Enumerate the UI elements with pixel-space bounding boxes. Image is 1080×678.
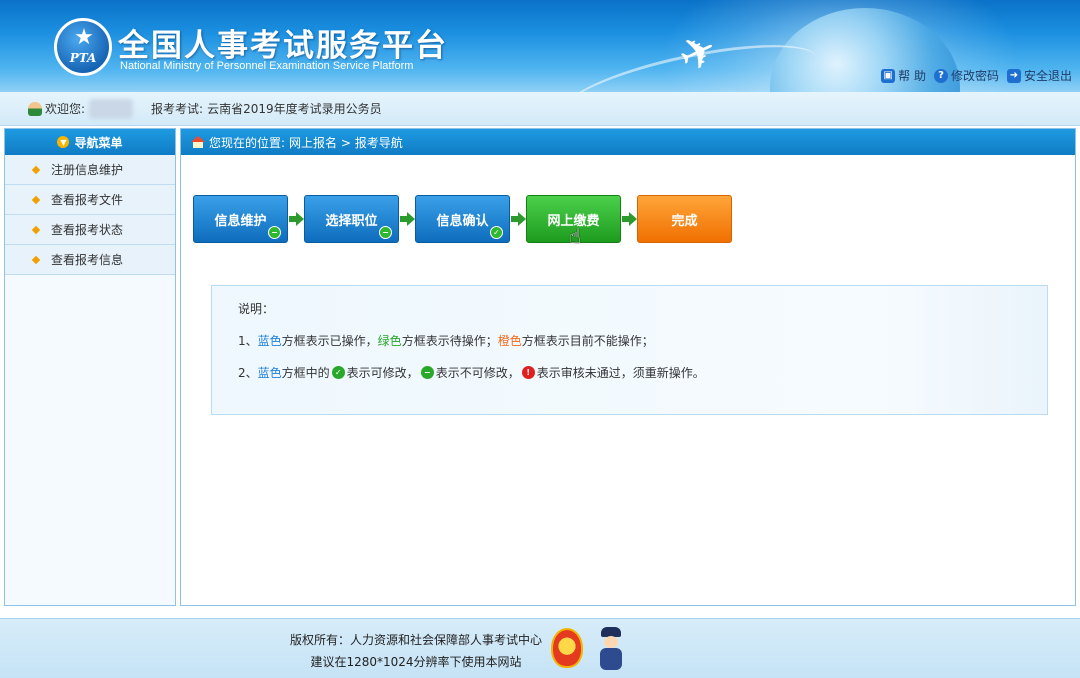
- star-icon: ★: [74, 25, 94, 50]
- instructions-line-2: 2、 蓝色 方框中的 ✓ 表示可修改， − 表示不可修改， ! 表示审核未通过，…: [238, 366, 705, 380]
- bullet-icon: [31, 195, 41, 204]
- footer: 版权所有：人力资源和社会保障部人事考试中心 建议在1280*1024分辨率下使用…: [0, 618, 1080, 678]
- home-icon: [191, 136, 205, 148]
- bullet-icon: [31, 255, 41, 264]
- sidebar-item-exam-status[interactable]: 查看报考状态: [5, 215, 175, 245]
- top-links: ▣ 帮 助 ? 修改密码 ➜ 安全退出: [881, 67, 1072, 84]
- sidebar: ▼ 导航菜单 注册信息维护 查看报考文件 查看报考状态 查看报考信息: [4, 128, 176, 606]
- hand-cursor-icon: ☝: [569, 224, 582, 248]
- chevron-down-icon: ▼: [57, 136, 70, 148]
- arrow-right-icon: [510, 212, 526, 226]
- user-icon: [28, 101, 42, 116]
- instructions-box: 说明： 1、 蓝色 方框表示已操作， 绿色 方框表示待操作； 橙色 方框表示目前…: [211, 285, 1048, 415]
- sidebar-item-register-info[interactable]: 注册信息维护: [5, 155, 175, 185]
- emblem-icon: [551, 628, 583, 668]
- step-info-confirm[interactable]: 信息确认 ✓: [415, 195, 510, 243]
- footer-text: 版权所有：人力资源和社会保障部人事考试中心 建议在1280*1024分辨率下使用…: [290, 629, 542, 673]
- exam-label: 报考考试:: [151, 102, 204, 116]
- minus-icon: −: [420, 366, 434, 379]
- question-icon: ?: [933, 68, 948, 83]
- police-mascot-icon: [596, 627, 626, 671]
- site-subtitle: National Ministry of Personnel Examinati…: [120, 60, 414, 72]
- change-password-link[interactable]: ? 修改密码: [933, 67, 999, 84]
- main-panel: 您现在的位置: 网上报名 > 报考导航 信息维护 − 选择职位 − 信息确认 ✓…: [180, 128, 1076, 606]
- minus-icon: −: [379, 226, 392, 239]
- exam-name: 云南省2019年度考试录用公务员: [207, 102, 382, 116]
- step-online-payment[interactable]: 网上缴费 ☝: [526, 195, 621, 248]
- step-info-maintain[interactable]: 信息维护 −: [193, 195, 288, 243]
- welcome-label: 欢迎您:: [45, 102, 86, 116]
- sidebar-item-exam-files[interactable]: 查看报考文件: [5, 185, 175, 215]
- breadcrumb: 您现在的位置: 网上报名 > 报考导航: [181, 129, 1075, 155]
- sidebar-item-exam-info[interactable]: 查看报考信息: [5, 245, 175, 275]
- header-banner: ✈ ★ PTA 全国人事考试服务平台 National Ministry of …: [0, 0, 1080, 92]
- check-icon: ✓: [331, 366, 345, 379]
- bullet-icon: [31, 165, 41, 174]
- instructions-heading: 说明：: [238, 302, 275, 316]
- copyright-text: 版权所有：人力资源和社会保障部人事考试中心: [290, 633, 543, 647]
- resolution-hint: 建议在1280*1024分辨率下使用本网站: [310, 655, 522, 669]
- step-select-position[interactable]: 选择职位 −: [304, 195, 399, 243]
- site-title: 全国人事考试服务平台: [118, 28, 448, 64]
- check-icon: ✓: [490, 226, 503, 239]
- arrow-right-icon: [399, 212, 415, 226]
- instructions-line-1: 1、 蓝色 方框表示已操作， 绿色 方框表示待操作； 橙色 方框表示目前不能操作…: [238, 334, 654, 348]
- step-flow: 信息维护 − 选择职位 − 信息确认 ✓ 网上缴费 ☝ 完成: [193, 195, 732, 248]
- lock-icon: ▣: [881, 68, 896, 83]
- exit-icon: ➜: [1006, 68, 1021, 83]
- step-complete[interactable]: 完成: [637, 195, 732, 243]
- help-link[interactable]: ▣ 帮 助: [881, 67, 926, 84]
- logout-link[interactable]: ➜ 安全退出: [1006, 67, 1072, 84]
- nav-menu-header: ▼ 导航菜单: [5, 129, 175, 155]
- bullet-icon: [31, 225, 41, 234]
- breadcrumb-path: 网上报名 > 报考导航: [289, 135, 403, 150]
- username-redacted: [89, 98, 134, 119]
- arrow-right-icon: [621, 212, 637, 226]
- logo-text: PTA: [69, 51, 97, 65]
- breadcrumb-prefix: 您现在的位置:: [209, 135, 286, 150]
- alert-icon: !: [521, 366, 535, 379]
- arrow-right-icon: [288, 212, 304, 226]
- minus-icon: −: [268, 226, 281, 239]
- welcome-bar: 欢迎您: 报考考试: 云南省2019年度考试录用公务员: [0, 92, 1080, 126]
- pta-logo: ★ PTA: [54, 18, 112, 76]
